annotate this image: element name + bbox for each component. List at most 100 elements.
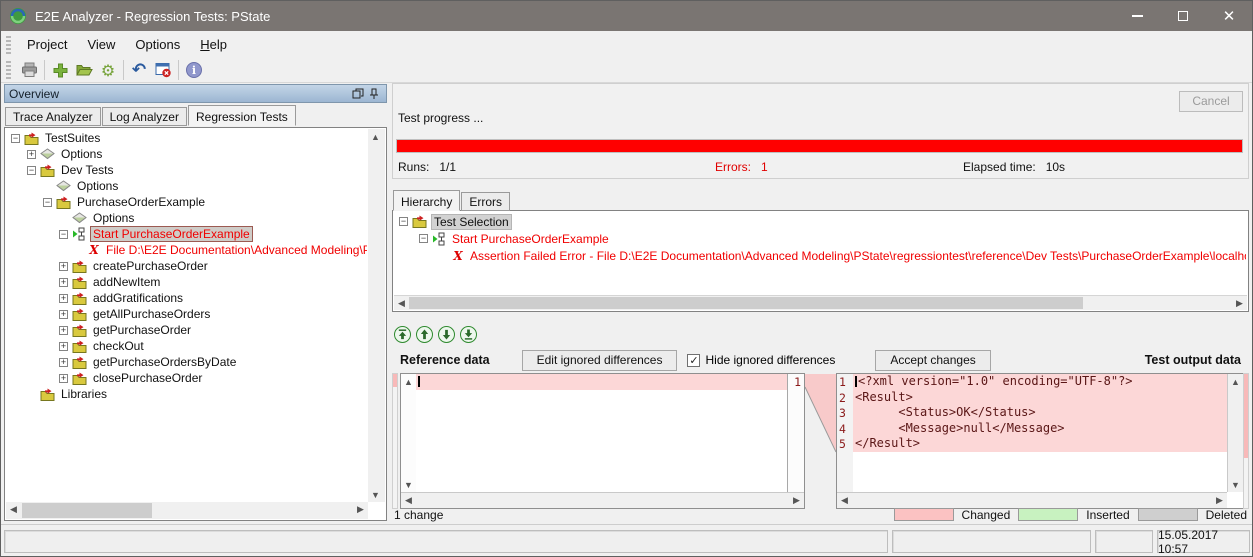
scrollbar-thumb[interactable] <box>409 297 1083 309</box>
expand-icon[interactable]: + <box>59 278 68 287</box>
tree-item[interactable]: −TestSuites <box>7 130 367 146</box>
reference-line-scroll[interactable]: ▲ ▼ <box>401 374 416 492</box>
menu-help[interactable]: Help <box>190 33 237 56</box>
close-button[interactable]: ✕ <box>1206 1 1252 31</box>
tab-regression-tests[interactable]: Regression Tests <box>188 105 296 126</box>
expand-icon[interactable]: + <box>27 150 36 159</box>
tree-item[interactable]: −Test Selection <box>395 213 1246 230</box>
output-line[interactable]: <Status>OK</Status> <box>853 405 1227 421</box>
tree-horizontal-scrollbar[interactable]: ◀ ▶ <box>6 502 368 519</box>
tree-item[interactable]: +createPurchaseOrder <box>7 258 367 274</box>
menubar-grip[interactable] <box>6 36 11 54</box>
tree-item[interactable]: XFile D:\E2E Documentation\Advanced Mode… <box>7 242 367 258</box>
minimize-button[interactable] <box>1114 1 1160 31</box>
scroll-up-icon[interactable]: ▲ <box>401 374 416 389</box>
tree-vertical-scrollbar[interactable]: ▲ ▼ <box>368 129 385 502</box>
tree-item[interactable]: +addGratifications <box>7 290 367 306</box>
tree-item[interactable]: +Options <box>7 146 367 162</box>
tree-item[interactable]: +getPurchaseOrdersByDate <box>7 354 367 370</box>
output-line[interactable]: <Result> <box>853 390 1227 406</box>
tree-item[interactable]: Libraries <box>7 386 367 402</box>
testsuite-folder-icon <box>24 132 39 145</box>
collapse-icon[interactable]: − <box>399 217 408 226</box>
open-folder-icon[interactable] <box>72 59 96 81</box>
tree-item[interactable]: XAssertion Failed Error - File D:\E2E Do… <box>395 247 1246 264</box>
tree-item[interactable]: −Start PurchaseOrderExample <box>7 226 367 242</box>
overview-header[interactable]: Overview <box>4 84 387 103</box>
expand-icon[interactable]: + <box>59 294 68 303</box>
toolbar-grip[interactable] <box>6 61 11 79</box>
print-icon[interactable] <box>17 59 41 81</box>
tree-item[interactable]: −PurchaseOrderExample <box>7 194 367 210</box>
settings-gear-icon[interactable]: ⚙ <box>96 59 120 81</box>
undo-icon[interactable]: ↶ <box>127 59 151 81</box>
tree-item[interactable]: −Dev Tests <box>7 162 367 178</box>
tree-item[interactable]: Options <box>7 210 367 226</box>
legend-label: Inserted <box>1086 508 1129 522</box>
accept-changes-button[interactable]: Accept changes <box>875 350 990 371</box>
tree-item[interactable]: −Start PurchaseOrderExample <box>395 230 1246 247</box>
float-panel-icon[interactable] <box>350 87 366 101</box>
scroll-up-icon[interactable]: ▲ <box>1228 374 1243 389</box>
scroll-right-icon[interactable]: ▶ <box>353 502 368 517</box>
output-line[interactable]: <Message>null</Message> <box>853 421 1227 437</box>
cancel-button[interactable]: Cancel <box>1179 91 1243 112</box>
edit-ignored-differences-button[interactable]: Edit ignored differences <box>522 350 678 371</box>
expand-icon[interactable]: + <box>59 326 68 335</box>
collapse-icon[interactable]: − <box>59 230 68 239</box>
previous-difference-button[interactable] <box>416 326 433 343</box>
collapse-icon[interactable]: − <box>11 134 20 143</box>
scroll-up-icon[interactable]: ▲ <box>368 129 383 144</box>
hide-ignored-differences-checkbox[interactable]: ✓ Hide ignored differences <box>687 353 835 367</box>
reference-text[interactable] <box>416 374 787 492</box>
test-output-pane[interactable]: 12345 <?xml version="1.0" encoding="UTF-… <box>836 373 1244 509</box>
tree-item[interactable]: +getAllPurchaseOrders <box>7 306 367 322</box>
last-difference-button[interactable] <box>460 326 477 343</box>
scroll-down-icon[interactable]: ▼ <box>368 487 383 502</box>
tree-item[interactable]: +closePurchaseOrder <box>7 370 367 386</box>
pin-panel-icon[interactable] <box>366 87 382 101</box>
menu-project[interactable]: Project <box>17 33 77 56</box>
expand-icon[interactable]: + <box>59 358 68 367</box>
scroll-left-icon[interactable]: ◀ <box>6 502 21 517</box>
output-line[interactable]: </Result> <box>853 436 1227 452</box>
reference-line[interactable] <box>416 374 787 390</box>
collapse-icon[interactable]: − <box>43 198 52 207</box>
tree-item[interactable]: +addNewItem <box>7 274 367 290</box>
menu-view[interactable]: View <box>77 33 125 56</box>
expand-icon[interactable]: + <box>59 374 68 383</box>
scroll-right-icon[interactable]: ▶ <box>1232 296 1247 311</box>
hierarchy-horizontal-scrollbar[interactable]: ◀ ▶ <box>394 295 1247 310</box>
first-difference-button[interactable] <box>394 326 411 343</box>
scrollbar-thumb[interactable] <box>22 503 152 518</box>
tab-trace-analyzer[interactable]: Trace Analyzer <box>5 107 101 126</box>
tree-item[interactable]: Options <box>7 178 367 194</box>
checkbox-icon[interactable]: ✓ <box>687 354 700 367</box>
next-difference-button[interactable] <box>438 326 455 343</box>
tree-item[interactable]: +checkOut <box>7 338 367 354</box>
tab-log-analyzer[interactable]: Log Analyzer <box>102 107 187 126</box>
maximize-button[interactable] <box>1160 1 1206 31</box>
tree-item[interactable]: +getPurchaseOrder <box>7 322 367 338</box>
expand-icon[interactable]: + <box>59 342 68 351</box>
add-icon[interactable] <box>48 59 72 81</box>
menu-options[interactable]: Options <box>125 33 190 56</box>
output-text[interactable]: <?xml version="1.0" encoding="UTF-8"?><R… <box>853 374 1227 492</box>
scroll-down-icon[interactable]: ▼ <box>1228 477 1243 492</box>
collapse-icon[interactable]: − <box>27 166 36 175</box>
info-icon[interactable]: i <box>182 59 206 81</box>
collapse-icon[interactable]: − <box>419 234 428 243</box>
close-report-icon[interactable] <box>151 59 175 81</box>
tab-errors[interactable]: Errors <box>461 192 510 211</box>
scroll-left-icon[interactable]: ◀ <box>394 296 409 311</box>
reference-data-pane[interactable]: ▲ ▼ 1 ◀ ▶ <box>400 373 805 509</box>
output-vertical-scrollbar[interactable]: ▲ ▼ <box>1227 374 1243 492</box>
expand-icon[interactable]: + <box>59 262 68 271</box>
scroll-down-icon[interactable]: ▼ <box>401 477 416 492</box>
expand-icon[interactable]: + <box>59 310 68 319</box>
tab-hierarchy[interactable]: Hierarchy <box>393 190 460 211</box>
output-change-overview[interactable] <box>1243 373 1249 509</box>
output-line[interactable]: <?xml version="1.0" encoding="UTF-8"?> <box>853 374 1227 390</box>
reference-change-overview[interactable] <box>392 373 398 509</box>
errors-stat: Errors:1 <box>715 160 768 174</box>
